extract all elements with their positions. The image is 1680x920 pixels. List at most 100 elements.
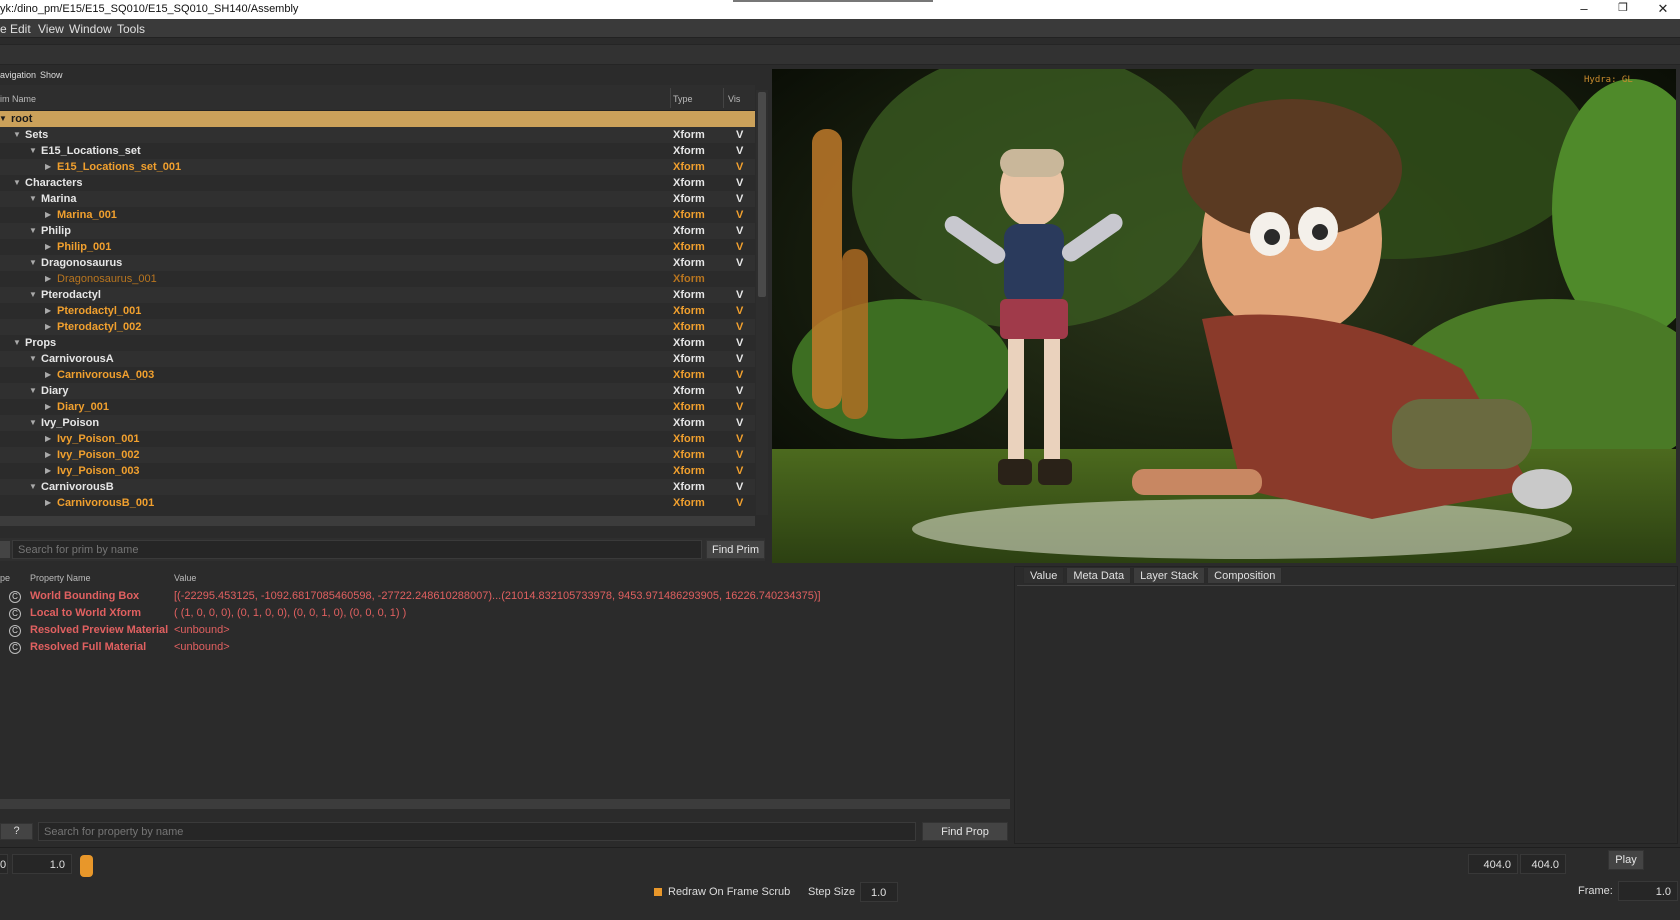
collapse-arrow-icon[interactable]: ▼ [29, 143, 37, 159]
prim-search-help-button[interactable] [0, 541, 10, 558]
visibility-toggle[interactable]: V [736, 175, 743, 191]
tree-row[interactable]: ▶ Philip_001 Xform V [0, 239, 755, 255]
collapse-arrow-icon[interactable]: ▼ [29, 287, 37, 303]
tree-row[interactable]: ▼ Diary Xform V [0, 383, 755, 399]
property-row[interactable]: C World Bounding Box [(-22295.453125, -1… [0, 588, 1010, 605]
visibility-toggle[interactable]: V [736, 319, 743, 335]
find-prim-button[interactable]: Find Prim [706, 540, 765, 559]
tree-row[interactable]: ▼ Pterodactyl Xform V [0, 287, 755, 303]
step-size-field[interactable]: 1.0 [860, 882, 898, 902]
range-begin-field[interactable]: 0 [0, 854, 8, 874]
visibility-toggle[interactable]: V [736, 207, 743, 223]
tree-row[interactable]: ▶ CarnivorousA_003 Xform V [0, 367, 755, 383]
tree-row[interactable]: ▼ Philip Xform V [0, 223, 755, 239]
tab-meta-data[interactable]: Meta Data [1066, 567, 1132, 584]
visibility-toggle[interactable]: V [736, 159, 743, 175]
navigation-menu[interactable]: avigation [0, 70, 36, 80]
tree-row[interactable]: ▼ Props Xform V [0, 335, 755, 351]
tree-row[interactable]: ▶ Pterodactyl_001 Xform V [0, 303, 755, 319]
range-end-field[interactable]: 404.0 [1520, 854, 1566, 874]
property-row[interactable]: C Resolved Preview Material <unbound> [0, 622, 1010, 639]
visibility-toggle[interactable]: V [736, 143, 743, 159]
minimize-icon[interactable]: – [1569, 1, 1599, 16]
expand-arrow-icon[interactable]: ▶ [45, 271, 51, 287]
restore-icon[interactable]: ❐ [1608, 1, 1638, 14]
column-prim-name[interactable]: im Name [0, 94, 36, 104]
tree-row[interactable]: ▶ Marina_001 Xform V [0, 207, 755, 223]
expand-arrow-icon[interactable]: ▶ [45, 303, 51, 319]
visibility-toggle[interactable]: V [736, 415, 743, 431]
tree-row[interactable]: ▼ Ivy_Poison Xform V [0, 415, 755, 431]
tree-row[interactable]: ▶ Ivy_Poison_003 Xform V [0, 463, 755, 479]
prim-tree-hscrollbar[interactable] [0, 516, 755, 526]
tree-row[interactable]: ▶ Dragonosaurus_001 Xform [0, 271, 755, 287]
collapse-arrow-icon[interactable]: ▼ [29, 479, 37, 495]
end-frame-field[interactable]: 404.0 [1468, 854, 1518, 874]
property-hscrollbar[interactable] [0, 799, 1010, 809]
tab-composition[interactable]: Composition [1207, 567, 1283, 584]
tree-row[interactable]: ▶ E15_Locations_set_001 Xform V [0, 159, 755, 175]
property-row[interactable]: C Local to World Xform ( (1, 0, 0, 0), (… [0, 605, 1010, 622]
property-search-input[interactable] [38, 822, 916, 841]
expand-arrow-icon[interactable]: ▶ [45, 207, 51, 223]
menu-file[interactable]: e [0, 22, 7, 36]
expand-arrow-icon[interactable]: ▶ [45, 463, 51, 479]
checkbox-icon[interactable] [654, 888, 662, 897]
column-property-name[interactable]: Property Name [30, 573, 91, 583]
show-menu[interactable]: Show [40, 70, 63, 80]
collapse-arrow-icon[interactable]: ▼ [29, 223, 37, 239]
expand-arrow-icon[interactable]: ▶ [45, 447, 51, 463]
redraw-checkbox[interactable]: Redraw On Frame Scrub [654, 886, 790, 898]
tree-row[interactable]: ▼ root [0, 111, 755, 127]
tab-value[interactable]: Value [1023, 567, 1065, 584]
visibility-toggle[interactable]: V [736, 447, 743, 463]
menu-tools[interactable]: Tools [117, 22, 145, 36]
tree-row[interactable]: ▼ CarnivorousB Xform V [0, 479, 755, 495]
frame-slider-track[interactable] [95, 855, 1460, 877]
expand-arrow-icon[interactable]: ▶ [45, 399, 51, 415]
tree-row[interactable]: ▶ Ivy_Poison_001 Xform V [0, 431, 755, 447]
tree-row[interactable]: ▼ Sets Xform V [0, 127, 755, 143]
column-vis[interactable]: Vis [728, 94, 740, 104]
visibility-toggle[interactable]: V [736, 367, 743, 383]
tree-row[interactable]: ▶ Diary_001 Xform V [0, 399, 755, 415]
tree-row[interactable]: ▼ Marina Xform V [0, 191, 755, 207]
collapse-arrow-icon[interactable]: ▼ [13, 335, 21, 351]
expand-arrow-icon[interactable]: ▶ [45, 495, 51, 511]
collapse-arrow-icon[interactable]: ▼ [29, 415, 37, 431]
menu-view[interactable]: View [38, 22, 64, 36]
start-frame-field[interactable]: 1.0 [12, 854, 72, 874]
tree-row[interactable]: ▼ CarnivorousA Xform V [0, 351, 755, 367]
property-help-button[interactable]: ? [0, 823, 33, 840]
visibility-toggle[interactable]: V [736, 239, 743, 255]
tree-row[interactable]: ▼ Dragonosaurus Xform V [0, 255, 755, 271]
property-row[interactable]: C Resolved Full Material <unbound> [0, 639, 1010, 656]
collapse-arrow-icon[interactable]: ▼ [29, 255, 37, 271]
expand-arrow-icon[interactable]: ▶ [45, 239, 51, 255]
visibility-toggle[interactable]: V [736, 431, 743, 447]
visibility-toggle[interactable]: V [736, 335, 743, 351]
play-button[interactable]: Play [1608, 850, 1644, 870]
visibility-toggle[interactable]: V [736, 479, 743, 495]
menu-edit[interactable]: Edit [10, 22, 31, 36]
visibility-toggle[interactable]: V [736, 495, 743, 511]
frame-field[interactable]: 1.0 [1618, 881, 1678, 901]
expand-arrow-icon[interactable]: ▶ [45, 431, 51, 447]
expand-arrow-icon[interactable]: ▶ [45, 367, 51, 383]
column-property-value[interactable]: Value [174, 573, 196, 583]
column-divider[interactable] [723, 88, 724, 108]
visibility-toggle[interactable]: V [736, 255, 743, 271]
expand-arrow-icon[interactable]: ▶ [45, 159, 51, 175]
visibility-toggle[interactable]: V [736, 223, 743, 239]
visibility-toggle[interactable]: V [736, 351, 743, 367]
tree-row[interactable]: ▶ CarnivorousB_001 Xform V [0, 495, 755, 511]
collapse-arrow-icon[interactable]: ▼ [29, 191, 37, 207]
column-type[interactable]: Type [673, 94, 693, 104]
collapse-arrow-icon[interactable]: ▼ [13, 175, 21, 191]
visibility-toggle[interactable]: V [736, 287, 743, 303]
prim-search-input[interactable] [12, 540, 702, 559]
scrollbar-thumb[interactable] [758, 92, 766, 297]
menu-window[interactable]: Window [69, 22, 112, 36]
visibility-toggle[interactable]: V [736, 463, 743, 479]
visibility-toggle[interactable]: V [736, 399, 743, 415]
